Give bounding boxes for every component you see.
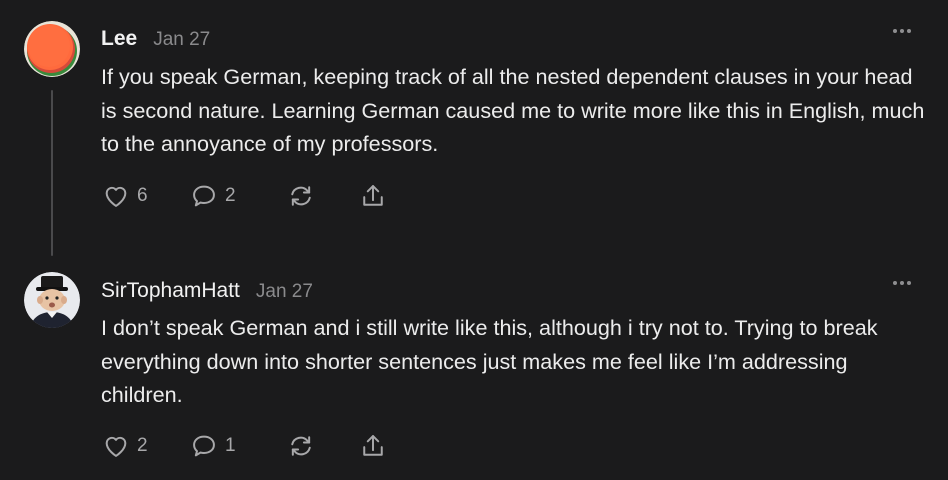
restack-button[interactable] <box>287 432 359 460</box>
like-count: 6 <box>137 185 148 206</box>
comment-header: SirTophamHatt Jan 27 <box>101 279 313 303</box>
comment-bubble-icon <box>193 435 215 457</box>
author-name[interactable]: SirTophamHatt <box>101 279 240 303</box>
reply-button[interactable]: 2 <box>189 182 287 210</box>
reply-count: 1 <box>225 435 236 456</box>
orange-circle-avatar-icon <box>24 21 80 77</box>
more-dots-icon[interactable] <box>893 281 915 289</box>
share-button[interactable] <box>359 432 387 460</box>
reply-button[interactable]: 1 <box>189 432 287 460</box>
comment-text: I don’t speak German and i still write l… <box>101 315 878 408</box>
share-icon <box>363 435 383 456</box>
like-button[interactable]: 6 <box>101 182 189 210</box>
author-name[interactable]: Lee <box>101 27 137 51</box>
comment-text: If you speak German, keeping track of al… <box>101 64 925 157</box>
share-button[interactable] <box>359 182 387 210</box>
like-button[interactable]: 2 <box>101 432 189 460</box>
restack-icon <box>291 436 311 456</box>
comment-date[interactable]: Jan 27 <box>153 29 210 51</box>
comment-bubble-icon <box>193 185 215 207</box>
avatar[interactable] <box>24 21 80 77</box>
reply-count: 2 <box>225 185 236 206</box>
heart-icon <box>105 186 127 207</box>
thread-line <box>51 90 53 256</box>
avatar[interactable] <box>24 272 80 328</box>
comment-header: Lee Jan 27 <box>101 27 210 51</box>
heart-icon <box>105 436 127 457</box>
comment-date[interactable]: Jan 27 <box>256 281 313 303</box>
like-count: 2 <box>137 435 148 456</box>
top-hat-man-avatar-icon <box>24 272 80 328</box>
more-dots-icon[interactable] <box>893 29 915 37</box>
comment-actions: 2 1 <box>101 432 387 460</box>
comment-actions: 6 2 <box>101 182 387 210</box>
restack-icon <box>291 186 311 206</box>
share-icon <box>363 185 383 206</box>
restack-button[interactable] <box>287 182 359 210</box>
